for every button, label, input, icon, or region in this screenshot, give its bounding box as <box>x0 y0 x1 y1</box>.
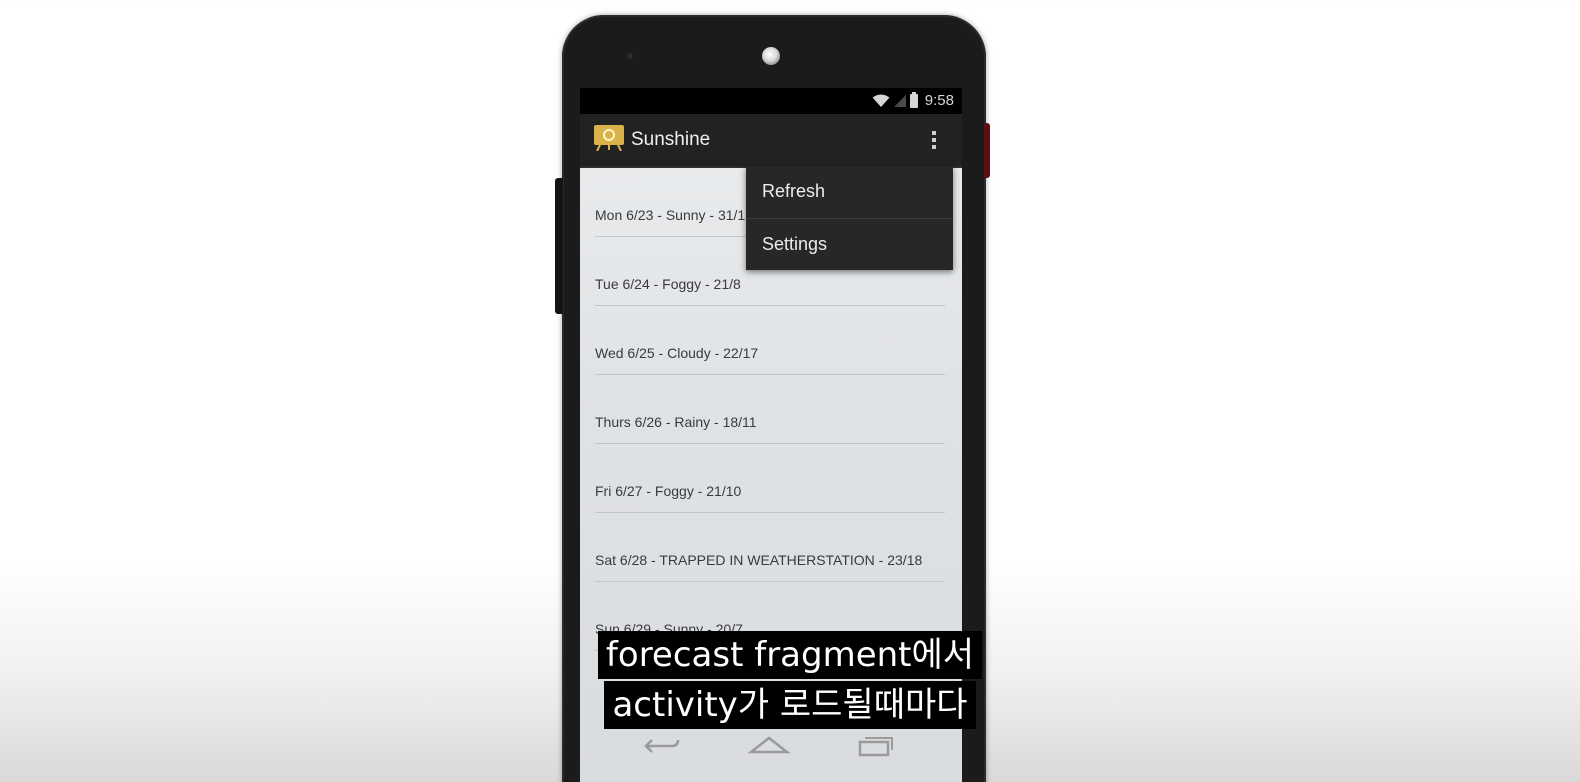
battery-icon <box>909 91 918 108</box>
forecast-text: Fri 6/27 - Foggy - 21/10 <box>595 483 742 499</box>
back-icon[interactable] <box>642 734 682 758</box>
list-item[interactable]: Wed 6/25 - Cloudy - 22/17 <box>595 306 945 375</box>
power-button <box>984 123 990 178</box>
list-item[interactable]: Fri 6/27 - Foggy - 21/10 <box>595 444 945 513</box>
subtitle-line-1: forecast fragment에서 <box>597 631 983 679</box>
navigation-bar <box>580 728 962 782</box>
signal-icon <box>893 94 906 107</box>
forecast-text: Thurs 6/26 - Rainy - 18/11 <box>595 414 757 430</box>
forecast-text: Sat 6/28 - TRAPPED IN WEATHERSTATION - 2… <box>595 552 923 568</box>
status-bar: 9:58 <box>580 88 962 114</box>
volume-button <box>555 178 563 314</box>
overflow-menu-icon <box>932 131 936 135</box>
action-bar: Sunshine <box>580 114 962 168</box>
front-camera <box>762 47 780 65</box>
recent-apps-icon[interactable] <box>856 734 896 758</box>
menu-item-label: Settings <box>762 234 828 254</box>
list-item[interactable]: Sat 6/28 - TRAPPED IN WEATHERSTATION - 2… <box>595 513 945 582</box>
wifi-icon <box>872 94 890 107</box>
list-item[interactable]: Thurs 6/26 - Rainy - 18/11 <box>595 375 945 444</box>
proximity-sensor <box>626 52 634 60</box>
app-title: Sunshine <box>631 129 711 150</box>
menu-item-refresh[interactable]: Refresh <box>746 166 953 218</box>
status-clock: 9:58 <box>924 92 954 109</box>
status-icons: 9:58 <box>872 91 954 109</box>
menu-item-settings[interactable]: Settings <box>746 218 953 270</box>
overflow-menu-button[interactable] <box>906 114 962 166</box>
forecast-text: Mon 6/23 - Sunny - 31/17 <box>595 207 753 223</box>
forecast-text: Wed 6/25 - Cloudy - 22/17 <box>595 345 759 361</box>
subtitle-line-2: activity가 로드될때마다 <box>604 681 976 729</box>
overflow-menu: Refresh Settings <box>746 166 953 270</box>
menu-item-label: Refresh <box>762 181 826 201</box>
forecast-text: Tue 6/24 - Foggy - 21/8 <box>595 276 741 292</box>
home-icon[interactable] <box>747 734 791 758</box>
sunshine-app-icon[interactable] <box>594 125 624 151</box>
video-subtitles: forecast fragment에서 activity가 로드될때마다 <box>0 631 1580 729</box>
